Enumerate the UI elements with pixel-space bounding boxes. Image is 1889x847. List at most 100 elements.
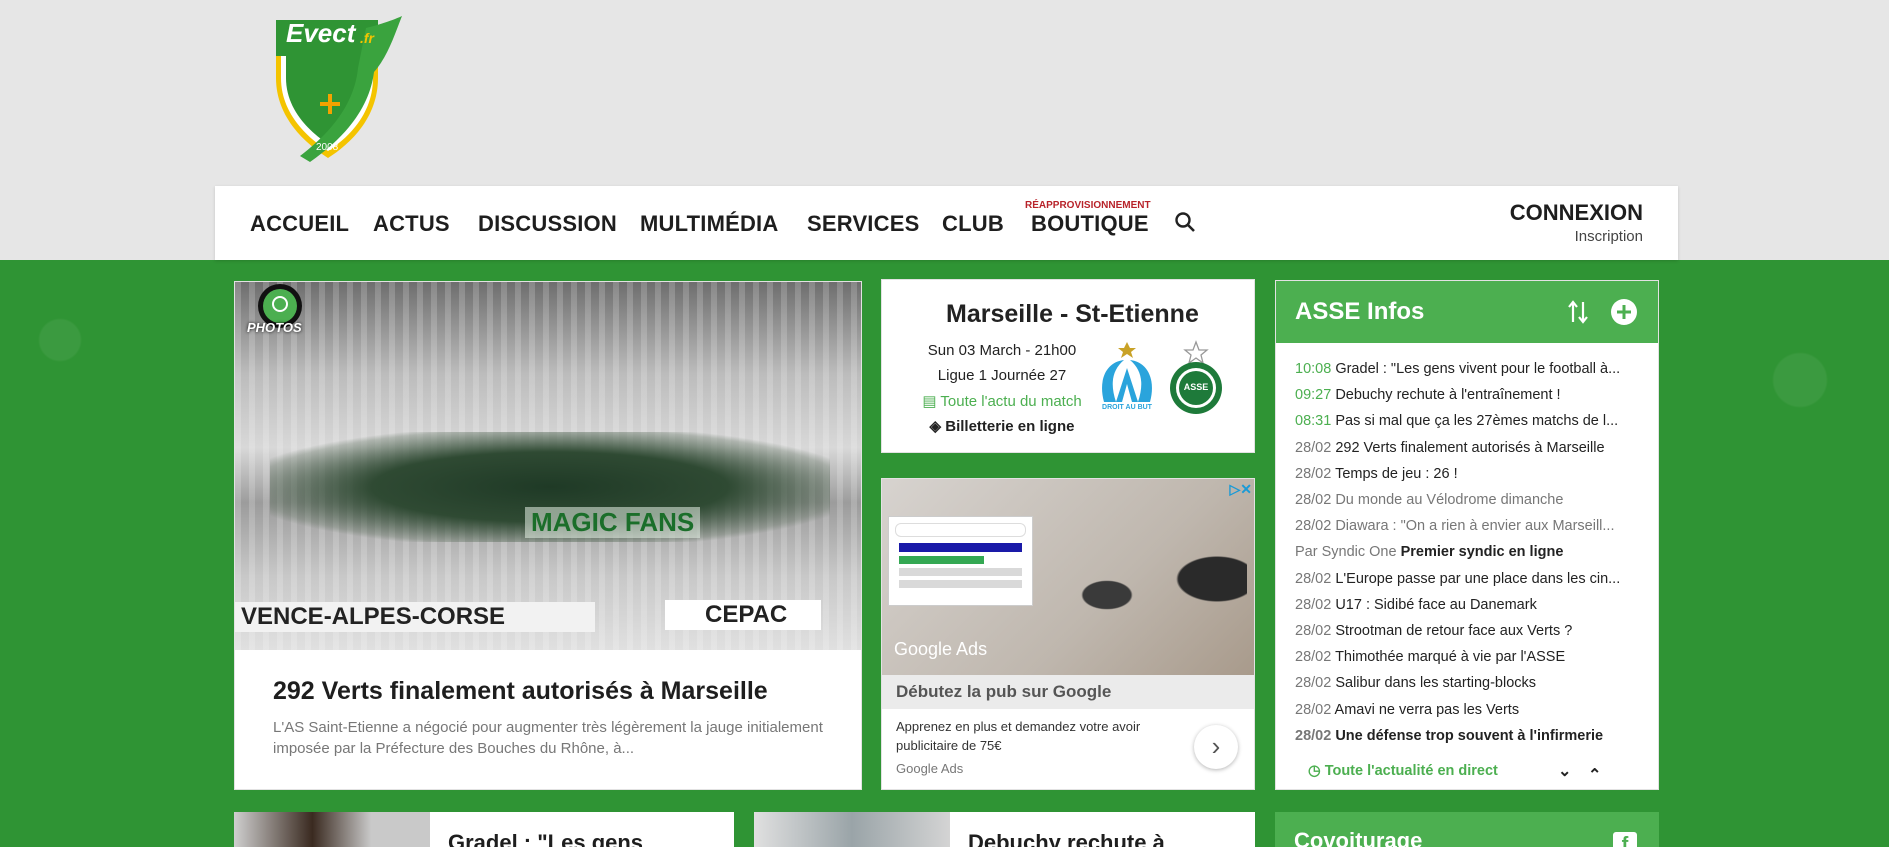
news-item-time: 28/02: [1295, 492, 1332, 508]
logo-wordmark: Evect: [286, 18, 356, 48]
chevron-down-icon[interactable]: ⌄: [1558, 761, 1571, 781]
news-item-time: 28/02: [1295, 465, 1332, 482]
news-item-title: Strootman de retour face aux Verts ?: [1335, 623, 1573, 639]
photos-badge-label: PHOTOS: [247, 320, 302, 335]
news-item-time: 28/02: [1295, 649, 1332, 666]
ticket-link[interactable]: ◈ Billetterie en ligne: [882, 417, 1122, 435]
ticket-link-label: Billetterie en ligne: [945, 418, 1075, 435]
article-title[interactable]: Gradel : "Les gens: [448, 830, 643, 847]
article-thumbnail[interactable]: [754, 812, 950, 847]
ad-text: Apprenez en plus et demandez votre avoir…: [896, 719, 1141, 753]
article-card-gradel[interactable]: Gradel : "Les gens: [234, 812, 734, 847]
facebook-icon[interactable]: f: [1613, 832, 1637, 847]
news-item-time: 28/02: [1295, 675, 1332, 692]
news-item-title: U17 : Sidibé face au Danemark: [1335, 596, 1537, 613]
login-link[interactable]: CONNEXION: [1510, 200, 1643, 226]
news-item[interactable]: 28/02 Thimothée marqué à vie par l'ASSE: [1295, 649, 1651, 665]
clock-icon: ◷: [1308, 763, 1325, 779]
featured-article-description: L'AS Saint-Etienne a négocié pour augmen…: [273, 719, 823, 757]
news-item[interactable]: 09:27 Debuchy rechute à l'entraînement !: [1295, 387, 1651, 403]
news-item-title: Debuchy rechute à l'entraînement !: [1335, 387, 1561, 404]
news-item-title: Diawara : "On a rien à envier aux Marsei…: [1335, 518, 1615, 535]
news-item-time: 28/02: [1295, 727, 1332, 744]
news-item-title: Temps de jeu : 26 !: [1335, 465, 1458, 482]
news-item[interactable]: 28/02 Strootman de retour face aux Verts…: [1295, 623, 1651, 639]
google-ads-card[interactable]: Google Ads ▷✕ Débutez la pub sur Google …: [881, 478, 1255, 790]
match-news-link-label: Toute l'actu du match: [940, 393, 1082, 410]
news-item[interactable]: Par Syndic One Premier syndic en ligne: [1295, 544, 1651, 560]
match-date: Sun 03 March - 21h00: [927, 342, 1077, 359]
ad-choices-icon[interactable]: ▷✕: [1230, 481, 1253, 498]
match-title[interactable]: Marseille - St-Etienne: [882, 300, 1254, 329]
main-nav: ACCUEIL ACTUS DISCUSSION MULTIMÉDIA SERV…: [215, 186, 1678, 260]
asse-logo-caption: ASSE: [1183, 382, 1209, 392]
news-item-time: 08:31: [1295, 413, 1332, 430]
chevron-up-icon[interactable]: ⌃: [1588, 765, 1601, 785]
news-item-title: Pas si mal que ça les 27èmes matchs de l…: [1335, 413, 1619, 430]
om-logo-caption: DROIT AU BUT: [1102, 404, 1152, 411]
ad-people-photo: [1047, 515, 1247, 675]
asse-infos-footer: ◷ Toute l'actualité en direct ⌄ ⌃: [1276, 753, 1658, 789]
news-item[interactable]: 28/02 L'Europe passe par une place dans …: [1295, 571, 1651, 587]
ad-headline[interactable]: Débutez la pub sur Google: [882, 675, 1254, 709]
news-item[interactable]: 28/02 Temps de jeu : 26 !: [1295, 466, 1651, 482]
article-card-debuchy[interactable]: Debuchy rechute à: [754, 812, 1255, 847]
nav-item-club[interactable]: CLUB: [942, 211, 1004, 237]
news-item[interactable]: 28/02 Du monde au Vélodrome dimanche: [1295, 492, 1651, 508]
live-news-link[interactable]: ◷ Toute l'actualité en direct: [1308, 763, 1498, 779]
ad-next-button[interactable]: ›: [1194, 725, 1238, 769]
site-logo[interactable]: Evect .fr 2008: [270, 16, 405, 166]
logo-wordmark-suffix: .fr: [360, 30, 374, 46]
next-match-card: Marseille - St-Etienne Sun 03 March - 21…: [881, 279, 1255, 453]
ad-brand-label: Google Ads: [894, 639, 988, 659]
match-news-link[interactable]: ▤ Toute l'actu du match: [882, 392, 1122, 410]
newspaper-icon: ▤: [922, 393, 941, 410]
ad-source: Google Ads: [896, 761, 964, 776]
news-item-time: 28/02: [1295, 518, 1332, 535]
news-item[interactable]: 28/02 U17 : Sidibé face au Danemark: [1295, 597, 1651, 613]
news-item[interactable]: 10:08 Gradel : "Les gens vivent pour le …: [1295, 361, 1651, 377]
news-item-title: Salibur dans les starting-blocks: [1335, 675, 1537, 692]
news-item[interactable]: 28/02 Diawara : "On a rien à envier aux …: [1295, 518, 1651, 534]
nav-item-accueil[interactable]: ACCUEIL: [250, 211, 349, 237]
asse-infos-panel: ASSE Infos 10:08 Gradel : "Les gens vive…: [1275, 280, 1659, 790]
search-icon[interactable]: [1173, 210, 1197, 234]
magic-fans-banner: MAGIC FANS: [525, 507, 701, 538]
live-news-link-label: Toute l'actualité en direct: [1324, 763, 1498, 779]
article-thumbnail[interactable]: [234, 812, 430, 847]
news-item-time: 10:08: [1295, 361, 1332, 377]
photos-badge: PHOTOS: [245, 284, 315, 340]
news-item[interactable]: 28/02 Salibur dans les starting-blocks: [1295, 675, 1651, 691]
featured-article-title[interactable]: 292 Verts finalement autorisés à Marseil…: [273, 677, 768, 706]
news-item[interactable]: 28/02 292 Verts finalement autorisés à M…: [1295, 440, 1651, 456]
news-item-time: 09:27: [1295, 387, 1332, 404]
nav-item-services[interactable]: SERVICES: [807, 211, 919, 237]
news-item-title: Une défense trop souvent à l'infirmerie: [1335, 727, 1604, 744]
register-link[interactable]: Inscription: [1510, 228, 1643, 245]
news-item-time: 28/02: [1295, 439, 1332, 456]
featured-article-card[interactable]: MAGIC FANS VENCE-ALPES-CORSE CEPAC PHOTO…: [234, 281, 862, 790]
featured-article-image[interactable]: MAGIC FANS VENCE-ALPES-CORSE CEPAC PHOTO…: [235, 282, 861, 650]
nav-item-boutique[interactable]: BOUTIQUE: [1031, 211, 1149, 237]
news-item-time: 28/02: [1295, 596, 1332, 613]
news-item-title: 292 Verts finalement autorisés à Marseil…: [1335, 439, 1605, 456]
asse-infos-header: ASSE Infos: [1276, 281, 1658, 343]
ad-image[interactable]: Google Ads ▷✕: [882, 479, 1254, 675]
add-circle-icon[interactable]: [1610, 298, 1638, 326]
news-item[interactable]: 28/02 Amavi ne verra pas les Verts: [1295, 702, 1651, 718]
nav-item-multimedia[interactable]: MULTIMÉDIA: [640, 211, 778, 237]
news-item-title: Du monde au Vélodrome dimanche: [1335, 492, 1564, 508]
news-item-title: Amavi ne verra pas les Verts: [1334, 701, 1520, 718]
asse-club-logo[interactable]: ASSE: [1168, 340, 1224, 416]
nav-item-discussion[interactable]: DISCUSSION: [478, 211, 617, 237]
nav-item-actus[interactable]: ACTUS: [373, 211, 450, 237]
news-item-time: 28/02: [1295, 570, 1332, 587]
news-item[interactable]: 28/02 Une défense trop souvent à l'infir…: [1295, 728, 1651, 744]
article-title[interactable]: Debuchy rechute à: [968, 830, 1165, 847]
news-item[interactable]: 08:31 Pas si mal que ça les 27èmes match…: [1295, 413, 1651, 429]
account-links: CONNEXION Inscription: [1510, 200, 1643, 245]
om-club-logo[interactable]: DROIT AU BUT: [1094, 340, 1160, 416]
sort-icon[interactable]: [1566, 299, 1590, 325]
stadium-ad-banner-right: CEPAC: [665, 600, 821, 630]
ad-search-mockup: [888, 516, 1033, 606]
